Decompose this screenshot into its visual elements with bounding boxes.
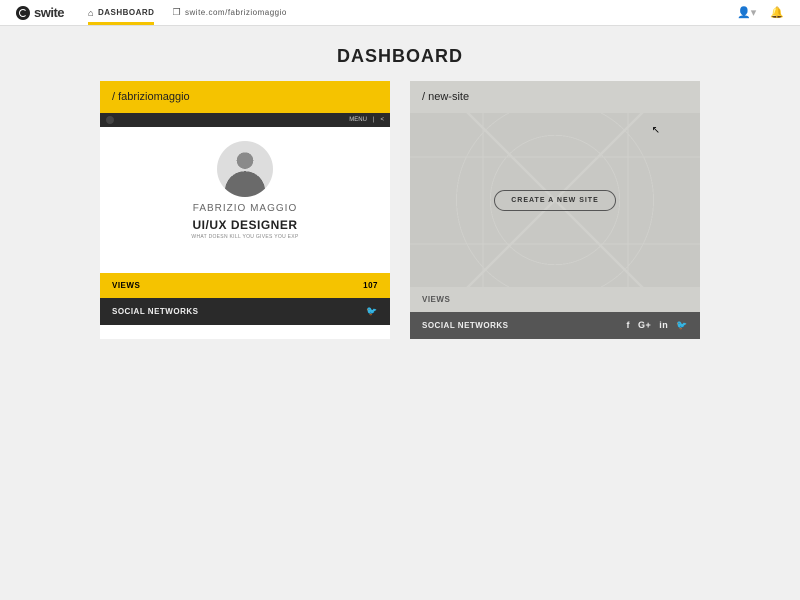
- views-count: 107: [363, 281, 378, 290]
- nav-site-url-label: swite.com/fabriziomaggio: [185, 8, 287, 17]
- brand-text: swite: [34, 5, 64, 20]
- share-icon[interactable]: <: [380, 117, 384, 123]
- views-row[interactable]: VIEWS 107: [100, 273, 390, 298]
- nav-dashboard-label: DASHBOARD: [98, 8, 155, 17]
- card-slug: / new-site: [410, 81, 700, 113]
- nav-dashboard[interactable]: ⌂ DASHBOARD: [88, 2, 154, 24]
- topbar: swite ⌂ DASHBOARD ❐ swite.com/fabrizioma…: [0, 0, 800, 26]
- nav-site-url[interactable]: ❐ swite.com/fabriziomaggio: [172, 1, 286, 24]
- page-title: DASHBOARD: [0, 46, 800, 67]
- social-label: SOCIAL NETWORKS: [112, 307, 198, 316]
- social-icons: f G+ in 🐦: [627, 320, 688, 331]
- avatar: [217, 141, 273, 197]
- link-icon: ❐: [172, 7, 181, 18]
- site-card-fabriziomaggio[interactable]: / fabriziomaggio MENU | < FABRIZIO MAGGI…: [100, 81, 390, 339]
- site-card-new[interactable]: / new-site ↖ CREATE A NEW SITE VIEWS SOC…: [410, 81, 700, 339]
- facebook-icon[interactable]: f: [627, 320, 631, 331]
- user-menu[interactable]: 👤▾: [737, 6, 756, 19]
- preview-tagline: WHAT DOESN KILL YOU GIVES YOU EXP: [100, 234, 390, 240]
- views-label: VIEWS: [422, 295, 450, 304]
- linkedin-icon[interactable]: in: [659, 320, 668, 331]
- card-slug: / fabriziomaggio: [100, 81, 390, 113]
- chevron-down-icon: ▾: [751, 7, 757, 19]
- social-icons: 🐦: [366, 306, 378, 317]
- notifications-button[interactable]: 🔔: [770, 6, 784, 19]
- home-icon: ⌂: [88, 8, 94, 18]
- brand-icon: [16, 6, 30, 20]
- views-row[interactable]: VIEWS: [410, 287, 700, 312]
- twitter-icon[interactable]: 🐦: [366, 306, 378, 317]
- new-site-body[interactable]: ↖ CREATE A NEW SITE: [410, 113, 700, 287]
- preview-topbar: MENU | <: [100, 113, 390, 127]
- preview-logo-icon: [106, 116, 114, 124]
- social-row[interactable]: SOCIAL NETWORKS 🐦: [100, 298, 390, 325]
- cursor-icon: ↖: [652, 125, 660, 136]
- preview-role: UI/UX DESIGNER: [100, 218, 390, 232]
- preview-menu-label: MENU: [349, 117, 367, 123]
- google-plus-icon[interactable]: G+: [638, 320, 651, 331]
- site-preview[interactable]: MENU | < FABRIZIO MAGGIO UI/UX DESIGNER …: [100, 113, 390, 273]
- brand[interactable]: swite: [16, 5, 64, 20]
- social-row[interactable]: SOCIAL NETWORKS f G+ in 🐦: [410, 312, 700, 339]
- preview-menu[interactable]: MENU | <: [349, 117, 384, 123]
- views-label: VIEWS: [112, 281, 140, 290]
- topbar-right: 👤▾ 🔔: [737, 6, 784, 19]
- create-site-button[interactable]: CREATE A NEW SITE: [494, 190, 616, 211]
- divider: |: [373, 117, 375, 123]
- twitter-icon[interactable]: 🐦: [676, 320, 688, 331]
- user-icon: 👤: [737, 7, 751, 19]
- social-label: SOCIAL NETWORKS: [422, 321, 508, 330]
- preview-person-name: FABRIZIO MAGGIO: [100, 203, 390, 214]
- site-cards: / fabriziomaggio MENU | < FABRIZIO MAGGI…: [0, 81, 800, 339]
